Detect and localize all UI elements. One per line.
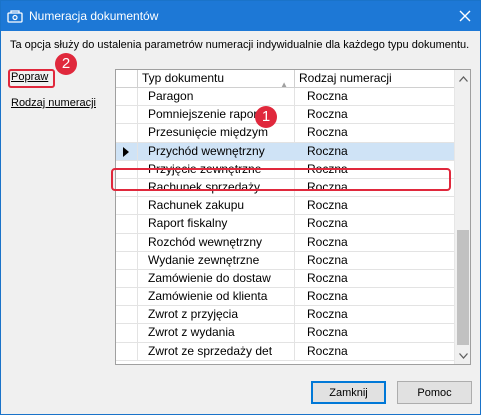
rodzaj-numeracji-link[interactable]: Rodzaj numeracji	[11, 97, 96, 109]
table-row[interactable]: Pomniejszenie raportu f Roczna	[116, 106, 455, 125]
cell-rodzaj-numeracji[interactable]: Roczna	[295, 124, 455, 142]
cell-rodzaj-numeracji[interactable]: Roczna	[295, 306, 455, 324]
row-indicator-cell	[116, 269, 138, 288]
row-indicator-cell	[116, 215, 138, 233]
cell-typ-dokumentu[interactable]: Wydanie zewnętrzne	[138, 251, 295, 269]
cell-rodzaj-numeracji[interactable]: Roczna	[295, 142, 455, 160]
description-text: Ta opcja służy do ustalenia parametrów n…	[10, 39, 470, 51]
cell-typ-dokumentu[interactable]: Zamówienie do dostaw	[138, 269, 295, 288]
help-button[interactable]: Pomoc	[397, 381, 472, 404]
cell-rodzaj-numeracji[interactable]: Roczna	[295, 269, 455, 288]
dialog-content: Ta opcja służy do ustalenia parametrów n…	[1, 31, 480, 414]
current-row-arrow-icon	[123, 146, 129, 157]
row-indicator-cell	[116, 106, 138, 124]
cell-rodzaj-numeracji[interactable]: Roczna	[295, 197, 455, 215]
cell-rodzaj-numeracji[interactable]: Roczna	[295, 215, 455, 233]
table-row[interactable]: Raport fiskalny Roczna	[116, 215, 455, 234]
header-indicator-cell	[116, 70, 138, 88]
grid-rows: Paragon Roczna Pomniejszenie raportu f Rocz…	[116, 88, 455, 361]
table-row[interactable]: Rozchód wewnętrzny Roczna	[116, 233, 455, 252]
vertical-scrollbar[interactable]	[454, 70, 470, 364]
column-header-rodzaj-numeracji[interactable]: Rodzaj numeracji	[295, 70, 455, 88]
scroll-thumb[interactable]	[457, 230, 469, 345]
row-indicator-cell	[116, 197, 138, 215]
scroll-up-icon[interactable]	[455, 70, 470, 87]
table-row[interactable]: Wydanie zewnętrzne Roczna	[116, 251, 455, 270]
step-badge-2: 2	[55, 53, 77, 75]
cell-typ-dokumentu[interactable]: Przesunięcie międzym	[138, 124, 295, 142]
table-row[interactable]: Zwrot z wydania Roczna	[116, 324, 455, 343]
window-title: Numeracja dokumentów	[29, 9, 159, 23]
cell-typ-dokumentu[interactable]: Rozchód wewnętrzny	[138, 233, 295, 251]
table-row[interactable]: Zwrot ze sprzedaży det Roczna	[116, 342, 455, 361]
document-types-grid[interactable]: Typ dokumentu ▲ Rodzaj numeracji Paragon…	[115, 69, 471, 365]
column-header-typ-dokumentu[interactable]: Typ dokumentu ▲	[138, 70, 295, 89]
grid-header: Typ dokumentu ▲ Rodzaj numeracji	[116, 70, 455, 89]
popraw-link[interactable]: Popraw	[11, 71, 96, 83]
close-button[interactable]: Zamknij	[311, 381, 386, 404]
table-row[interactable]: Zamówienie od klienta Roczna	[116, 288, 455, 307]
step-badge-1: 1	[255, 106, 277, 128]
cell-typ-dokumentu[interactable]: Raport fiskalny	[138, 215, 295, 233]
scroll-down-icon[interactable]	[455, 347, 470, 364]
row-indicator-cell	[116, 342, 138, 360]
row-indicator-cell	[116, 251, 138, 269]
column-header-label: Typ dokumentu	[142, 71, 225, 85]
dialog-window: Numeracja dokumentów Ta opcja służy do u…	[0, 0, 481, 415]
row-indicator-cell	[116, 288, 138, 306]
cell-typ-dokumentu[interactable]: Paragon	[138, 88, 295, 106]
cell-rodzaj-numeracji[interactable]: Roczna	[295, 233, 455, 251]
row-indicator-cell	[116, 88, 138, 106]
cell-typ-dokumentu[interactable]: Zwrot z wydania	[138, 324, 295, 342]
table-row[interactable]: Rachunek zakupu Roczna	[116, 197, 455, 216]
cell-typ-dokumentu[interactable]: Zwrot ze sprzedaży det	[138, 342, 295, 360]
cell-typ-dokumentu[interactable]: Przychód wewnętrzny	[138, 142, 295, 160]
row-indicator-cell	[116, 124, 138, 142]
table-row[interactable]: Zwrot z przyjęcia Roczna	[116, 306, 455, 325]
row-indicator-cell	[116, 324, 138, 342]
row-indicator-cell	[116, 306, 138, 324]
table-row[interactable]: Przesunięcie międzym Roczna	[116, 124, 455, 143]
row-indicator-cell	[116, 142, 138, 160]
cell-rodzaj-numeracji[interactable]: Roczna	[295, 88, 455, 106]
cell-rodzaj-numeracji[interactable]: Roczna	[295, 251, 455, 269]
cell-typ-dokumentu[interactable]: Zamówienie od klienta	[138, 288, 295, 306]
cell-rodzaj-numeracji[interactable]: Roczna	[295, 342, 455, 360]
cell-rodzaj-numeracji[interactable]: Roczna	[295, 288, 455, 306]
app-icon	[7, 8, 23, 24]
table-row[interactable]: Zamówienie do dostaw Roczna	[116, 269, 455, 289]
row-indicator-cell	[116, 233, 138, 251]
title-bar[interactable]: Numeracja dokumentów	[1, 1, 480, 31]
cell-rodzaj-numeracji[interactable]: Roczna	[295, 324, 455, 342]
selected-row-highlight	[111, 168, 451, 191]
side-links: Popraw Rodzaj numeracji	[11, 71, 96, 123]
close-icon[interactable]	[450, 1, 480, 31]
cell-typ-dokumentu[interactable]: Rachunek zakupu	[138, 197, 295, 215]
cell-typ-dokumentu[interactable]: Zwrot z przyjęcia	[138, 306, 295, 324]
table-row[interactable]: Przychód wewnętrzny Roczna	[116, 142, 455, 161]
cell-rodzaj-numeracji[interactable]: Roczna	[295, 106, 455, 124]
table-row[interactable]: Paragon Roczna	[116, 88, 455, 107]
